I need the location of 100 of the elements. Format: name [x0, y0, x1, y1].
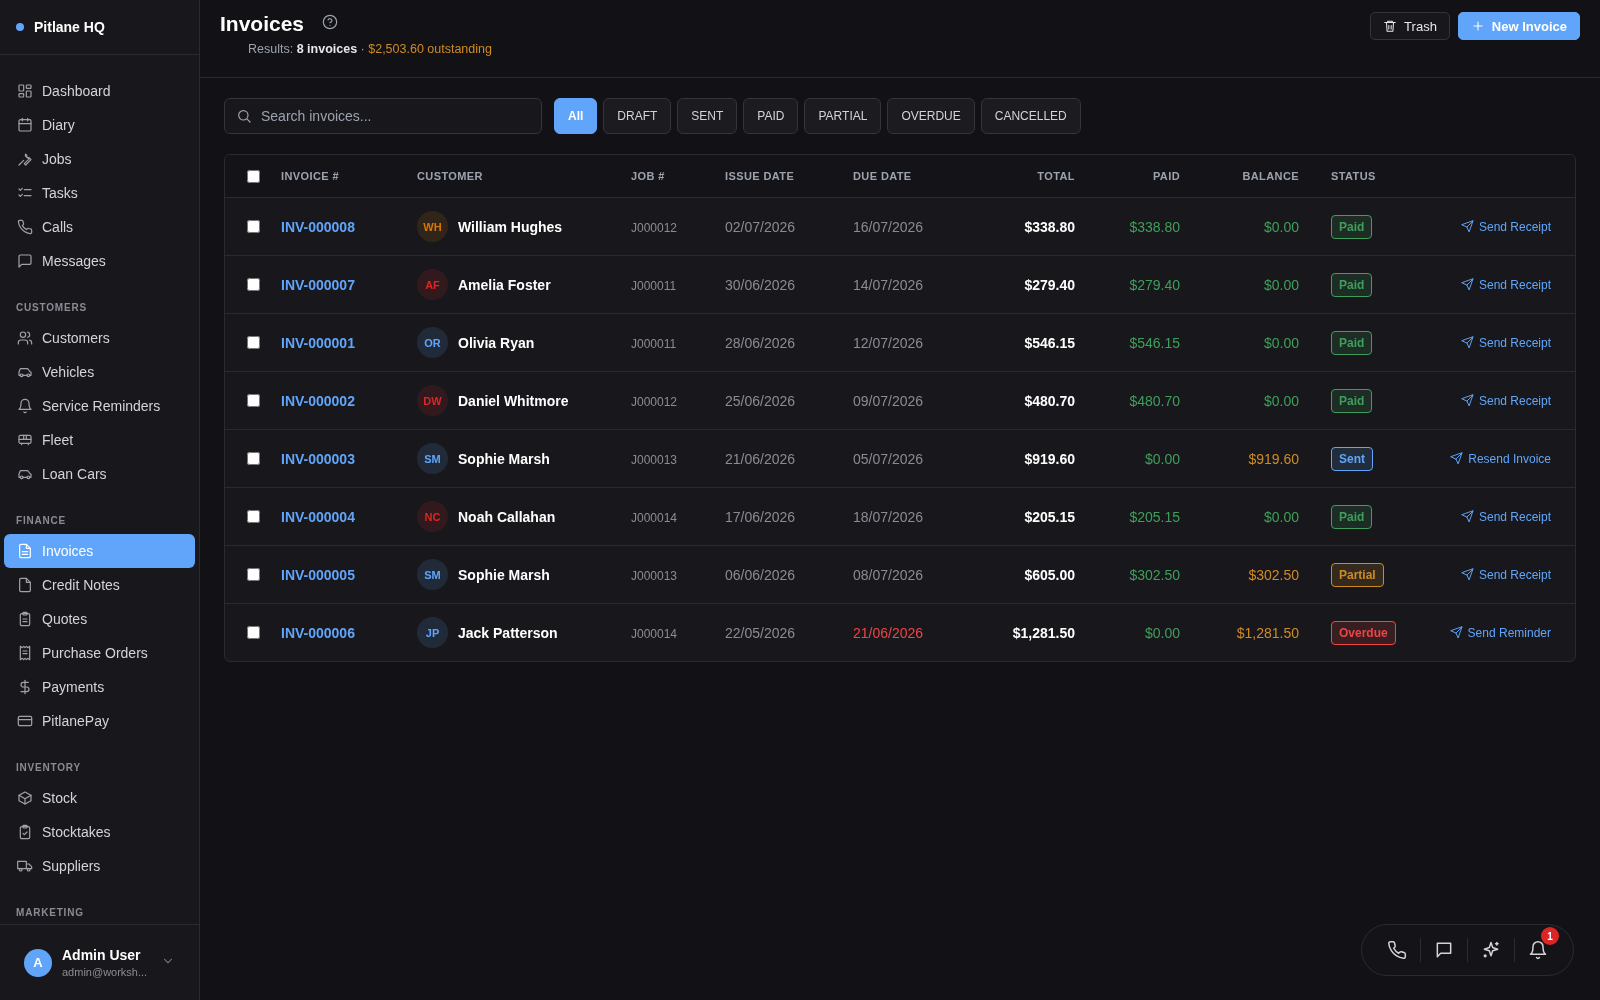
section-title: FINANCE	[15, 514, 68, 528]
sidebar-item[interactable]: Payments	[4, 670, 195, 704]
row-action-link[interactable]: Send Reminder	[1449, 625, 1551, 640]
sidebar-item[interactable]: Calls	[4, 210, 195, 244]
customer-avatar: JP	[417, 617, 448, 648]
filter-tab[interactable]: OVERDUE	[887, 98, 975, 134]
filter-tab[interactable]: PARTIAL	[804, 98, 882, 134]
users-icon	[17, 330, 33, 346]
paid-amount: $0.00	[1144, 624, 1180, 641]
issue-date: 25/06/2026	[725, 392, 796, 409]
balance-amount: $0.00	[1263, 218, 1299, 235]
column-header: BALANCE	[1241, 170, 1299, 182]
invoice-link[interactable]: INV-000005	[281, 566, 355, 583]
row-checkbox[interactable]	[246, 452, 260, 465]
column-header: PAID	[1151, 170, 1180, 182]
select-all-checkbox[interactable]	[246, 169, 260, 183]
row-action-link[interactable]: Send Receipt	[1460, 567, 1551, 582]
invoice-link[interactable]: INV-000001	[281, 334, 355, 351]
job-number: J000014	[631, 510, 678, 525]
invoice-link[interactable]: INV-000008	[281, 218, 355, 235]
sidebar-item[interactable]: Fleet	[4, 423, 195, 457]
column-header: STATUS	[1330, 170, 1377, 182]
customer-name: Sophie Marsh	[458, 450, 550, 467]
issue-date: 30/06/2026	[725, 276, 796, 293]
job-number: J000013	[631, 568, 678, 583]
sidebar-item[interactable]: Vehicles	[4, 355, 195, 389]
customer-name: Jack Patterson	[458, 624, 558, 641]
results-summary: Results: 8 invoices · $2,503.60 outstanding	[247, 42, 492, 56]
clipboard-check-icon	[17, 824, 33, 840]
sidebar-item[interactable]: Service Reminders	[4, 389, 195, 423]
send-icon	[1460, 220, 1474, 233]
customer-name: William Hughes	[458, 218, 563, 235]
due-date: 12/07/2026	[853, 334, 924, 351]
job-number: J000011	[631, 278, 677, 293]
invoice-link[interactable]: INV-000007	[281, 276, 355, 293]
row-action-link[interactable]: Send Receipt	[1460, 509, 1551, 524]
invoice-link[interactable]: INV-000004	[281, 508, 355, 525]
row-action-link[interactable]: Send Receipt	[1460, 335, 1551, 350]
notification-count: 1	[1541, 927, 1559, 945]
row-action-link[interactable]: Send Receipt	[1460, 277, 1551, 292]
customer-name: Olivia Ryan	[458, 334, 535, 351]
filter-tab[interactable]: SENT	[677, 98, 738, 134]
customer-avatar: AF	[417, 269, 448, 300]
sidebar-item[interactable]: Messages	[4, 244, 195, 278]
sidebar-item[interactable]: PitlanePay	[4, 704, 195, 738]
row-action-link[interactable]: Send Receipt	[1460, 219, 1551, 234]
paid-amount: $0.00	[1144, 450, 1180, 467]
help-icon	[322, 14, 339, 30]
search-field[interactable]: Search invoices...	[224, 98, 542, 134]
trash-icon	[1383, 19, 1398, 33]
sidebar-item[interactable]: Suppliers	[4, 849, 195, 883]
row-checkbox[interactable]	[246, 336, 260, 349]
sidebar-item[interactable]: Dashboard	[4, 74, 195, 108]
row-checkbox[interactable]	[246, 278, 260, 291]
filter-tab[interactable]: DRAFT	[603, 98, 672, 134]
filter-tab[interactable]: CANCELLED	[980, 98, 1081, 134]
sidebar-item[interactable]: Credit Notes	[4, 568, 195, 602]
trash-button[interactable]: Trash	[1370, 12, 1450, 40]
column-header: DUE DATE	[853, 170, 913, 182]
sidebar-item[interactable]: Customers	[4, 321, 195, 355]
issue-date: 28/06/2026	[725, 334, 796, 351]
paid-amount: $546.15	[1129, 334, 1180, 351]
total-amount: $605.00	[1024, 566, 1075, 583]
section-title: INVENTORY	[15, 761, 82, 775]
sidebar-item[interactable]: Loan Cars	[4, 457, 195, 491]
sidebar-item[interactable]: Stock	[4, 781, 195, 815]
column-header: TOTAL	[1036, 170, 1075, 182]
invoice-link[interactable]: INV-000003	[281, 450, 355, 467]
column-header: ISSUE DATE	[725, 170, 796, 182]
paid-amount: $480.70	[1129, 392, 1180, 409]
row-checkbox[interactable]	[246, 568, 260, 581]
document-icon	[17, 543, 33, 559]
row-action-link[interactable]: Resend Invoice	[1450, 451, 1551, 466]
due-date: 09/07/2026	[853, 392, 924, 409]
paid-amount: $302.50	[1129, 566, 1180, 583]
sidebar-item[interactable]: Tasks	[4, 176, 195, 210]
paid-amount: $205.15	[1129, 508, 1180, 525]
balance-amount: $302.50	[1248, 566, 1299, 583]
total-amount: $205.15	[1024, 508, 1075, 525]
row-checkbox[interactable]	[246, 510, 260, 523]
send-icon	[1460, 278, 1474, 291]
row-checkbox[interactable]	[246, 394, 260, 407]
sidebar-item[interactable]: Jobs	[4, 142, 195, 176]
sidebar-item[interactable]: Quotes	[4, 602, 195, 636]
row-action-link[interactable]: Send Receipt	[1460, 393, 1551, 408]
invoice-link[interactable]: INV-000002	[281, 392, 355, 409]
sidebar-item[interactable]: Purchase Orders	[4, 636, 195, 670]
phone-icon	[17, 219, 33, 235]
page-title: Invoices	[220, 12, 305, 36]
total-amount: $338.80	[1024, 218, 1075, 235]
sidebar-item[interactable]: Diary	[4, 108, 195, 142]
row-checkbox[interactable]	[246, 220, 260, 233]
due-date: 08/07/2026	[853, 566, 924, 583]
sidebar-item[interactable]: Stocktakes	[4, 815, 195, 849]
invoice-link[interactable]: INV-000006	[281, 624, 355, 641]
filter-tab[interactable]: PAID	[743, 98, 799, 134]
customer-avatar: SM	[417, 443, 448, 474]
user-name: Admin User	[62, 947, 142, 963]
balance-amount: $919.60	[1248, 450, 1299, 467]
row-checkbox[interactable]	[246, 626, 260, 639]
